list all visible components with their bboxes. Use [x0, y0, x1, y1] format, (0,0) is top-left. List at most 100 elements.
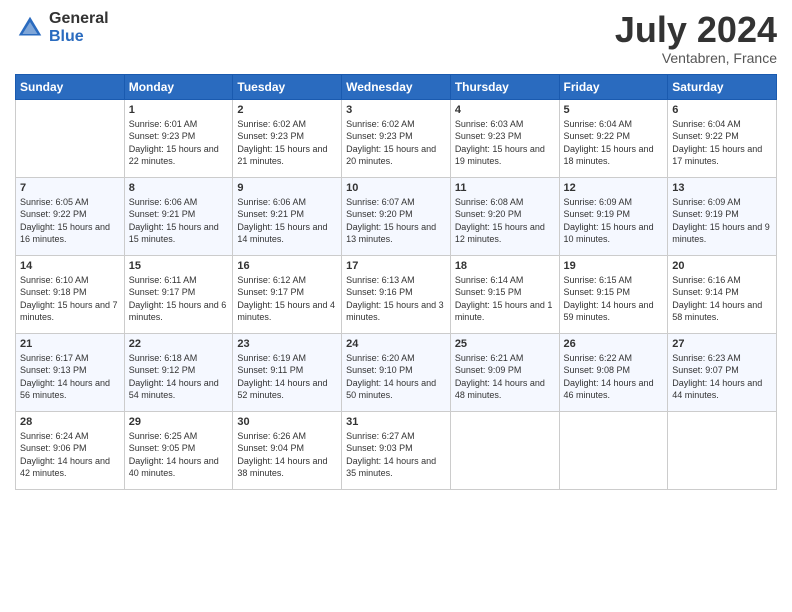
day-number: 19	[564, 260, 664, 272]
cell-info: Sunrise: 6:12 AMSunset: 9:17 PMDaylight:…	[237, 274, 337, 324]
day-number: 9	[237, 182, 337, 194]
day-number: 14	[20, 260, 120, 272]
day-number: 24	[346, 338, 446, 350]
cell-info: Sunrise: 6:06 AMSunset: 9:21 PMDaylight:…	[129, 196, 229, 246]
cell-info: Sunrise: 6:16 AMSunset: 9:14 PMDaylight:…	[672, 274, 772, 324]
cell-info: Sunrise: 6:10 AMSunset: 9:18 PMDaylight:…	[20, 274, 120, 324]
day-number: 10	[346, 182, 446, 194]
day-number: 6	[672, 104, 772, 116]
day-number: 30	[237, 416, 337, 428]
cell-info: Sunrise: 6:13 AMSunset: 9:16 PMDaylight:…	[346, 274, 446, 324]
day-number: 18	[455, 260, 555, 272]
calendar-cell: 13Sunrise: 6:09 AMSunset: 9:19 PMDayligh…	[668, 177, 777, 255]
day-number: 20	[672, 260, 772, 272]
calendar-cell: 10 Sunrise: 6:07 AMSunset: 9:20 PMDayligh…	[342, 177, 451, 255]
logo-blue-text: Blue	[49, 28, 84, 45]
cell-info: Sunrise: 6:17 AMSunset: 9:13 PMDaylight:…	[20, 352, 120, 402]
calendar-cell: 25 Sunrise: 6:21 AMSunset: 9:09 PMDayligh…	[450, 333, 559, 411]
cell-info: Sunrise: 6:03 AMSunset: 9:23 PMDaylight:…	[455, 118, 555, 168]
day-number: 27	[672, 338, 772, 350]
calendar-cell: 28 Sunrise: 6:24 AMSunset: 9:06 PMDayligh…	[16, 411, 125, 489]
cell-info: Sunrise: 6:09 AMSunset: 9:19 PMDaylight:…	[564, 196, 664, 246]
calendar-cell: 30Sunrise: 6:26 AMSunset: 9:04 PMDayligh…	[233, 411, 342, 489]
calendar-table: SundayMondayTuesdayWednesdayThursdayFrid…	[15, 74, 777, 490]
day-number: 29	[129, 416, 229, 428]
cell-info: Sunrise: 6:02 AMSunset: 9:23 PMDaylight:…	[346, 118, 446, 168]
cell-info: Sunrise: 6:08 AMSunset: 9:20 PMDaylight:…	[455, 196, 555, 246]
cell-info: Sunrise: 6:21 AMSunset: 9:09 PMDaylight:…	[455, 352, 555, 402]
cell-info: Sunrise: 6:07 AMSunset: 9:20 PMDaylight:…	[346, 196, 446, 246]
calendar-cell: 21Sunrise: 6:17 AMSunset: 9:13 PMDayligh…	[16, 333, 125, 411]
week-row-0: 1 Sunrise: 6:01 AMSunset: 9:23 PMDaylight…	[16, 99, 777, 177]
cell-info: Sunrise: 6:24 AMSunset: 9:06 PMDaylight:…	[20, 430, 120, 480]
calendar-cell: 29Sunrise: 6:25 AMSunset: 9:05 PMDayligh…	[124, 411, 233, 489]
logo-icon	[15, 13, 45, 43]
week-row-4: 28 Sunrise: 6:24 AMSunset: 9:06 PMDayligh…	[16, 411, 777, 489]
day-number: 2	[237, 104, 337, 116]
subtitle: Ventabren, France	[615, 50, 777, 66]
calendar-cell	[450, 411, 559, 489]
day-number: 12	[564, 182, 664, 194]
cell-info: Sunrise: 6:09 AMSunset: 9:19 PMDaylight:…	[672, 196, 772, 246]
calendar-cell: 1 Sunrise: 6:01 AMSunset: 9:23 PMDaylight…	[124, 99, 233, 177]
cell-info: Sunrise: 6:27 AMSunset: 9:03 PMDaylight:…	[346, 430, 446, 480]
day-number: 28	[20, 416, 120, 428]
calendar-cell: 5 Sunrise: 6:04 AMSunset: 9:22 PMDaylight…	[559, 99, 668, 177]
calendar-cell: 31 Sunrise: 6:27 AMSunset: 9:03 PMDayligh…	[342, 411, 451, 489]
week-row-1: 7 Sunrise: 6:05 AMSunset: 9:22 PMDaylight…	[16, 177, 777, 255]
cell-info: Sunrise: 6:04 AMSunset: 9:22 PMDaylight:…	[672, 118, 772, 168]
day-number: 17	[346, 260, 446, 272]
header-cell-saturday: Saturday	[668, 74, 777, 99]
calendar-cell: 27 Sunrise: 6:23 AMSunset: 9:07 PMDayligh…	[668, 333, 777, 411]
calendar-cell: 7 Sunrise: 6:05 AMSunset: 9:22 PMDaylight…	[16, 177, 125, 255]
day-number: 1	[129, 104, 229, 116]
week-row-3: 21Sunrise: 6:17 AMSunset: 9:13 PMDayligh…	[16, 333, 777, 411]
day-number: 3	[346, 104, 446, 116]
cell-info: Sunrise: 6:01 AMSunset: 9:23 PMDaylight:…	[129, 118, 229, 168]
calendar-cell: 22Sunrise: 6:18 AMSunset: 9:12 PMDayligh…	[124, 333, 233, 411]
calendar-cell: 11Sunrise: 6:08 AMSunset: 9:20 PMDayligh…	[450, 177, 559, 255]
calendar-cell	[16, 99, 125, 177]
cell-info: Sunrise: 6:23 AMSunset: 9:07 PMDaylight:…	[672, 352, 772, 402]
cell-info: Sunrise: 6:04 AMSunset: 9:22 PMDaylight:…	[564, 118, 664, 168]
header-cell-wednesday: Wednesday	[342, 74, 451, 99]
logo-general-text: General	[49, 10, 109, 27]
header: General Blue July 2024 Ventabren, France	[15, 10, 777, 66]
header-cell-thursday: Thursday	[450, 74, 559, 99]
title-block: July 2024 Ventabren, France	[615, 10, 777, 66]
day-number: 7	[20, 182, 120, 194]
header-cell-friday: Friday	[559, 74, 668, 99]
calendar-cell	[668, 411, 777, 489]
day-number: 26	[564, 338, 664, 350]
day-number: 31	[346, 416, 446, 428]
calendar-cell: 26Sunrise: 6:22 AMSunset: 9:08 PMDayligh…	[559, 333, 668, 411]
header-cell-monday: Monday	[124, 74, 233, 99]
calendar-cell: 18Sunrise: 6:14 AMSunset: 9:15 PMDayligh…	[450, 255, 559, 333]
cell-info: Sunrise: 6:11 AMSunset: 9:17 PMDaylight:…	[129, 274, 229, 324]
calendar-cell: 3 Sunrise: 6:02 AMSunset: 9:23 PMDaylight…	[342, 99, 451, 177]
calendar-cell: 17 Sunrise: 6:13 AMSunset: 9:16 PMDayligh…	[342, 255, 451, 333]
calendar-cell: 9 Sunrise: 6:06 AMSunset: 9:21 PMDaylight…	[233, 177, 342, 255]
calendar-cell: 6 Sunrise: 6:04 AMSunset: 9:22 PMDaylight…	[668, 99, 777, 177]
day-number: 5	[564, 104, 664, 116]
day-number: 16	[237, 260, 337, 272]
calendar-cell: 8 Sunrise: 6:06 AMSunset: 9:21 PMDaylight…	[124, 177, 233, 255]
calendar-cell: 12 Sunrise: 6:09 AMSunset: 9:19 PMDayligh…	[559, 177, 668, 255]
calendar-cell: 16 Sunrise: 6:12 AMSunset: 9:17 PMDayligh…	[233, 255, 342, 333]
calendar-cell: 20 Sunrise: 6:16 AMSunset: 9:14 PMDayligh…	[668, 255, 777, 333]
cell-info: Sunrise: 6:06 AMSunset: 9:21 PMDaylight:…	[237, 196, 337, 246]
day-number: 25	[455, 338, 555, 350]
cell-info: Sunrise: 6:05 AMSunset: 9:22 PMDaylight:…	[20, 196, 120, 246]
day-number: 4	[455, 104, 555, 116]
header-cell-sunday: Sunday	[16, 74, 125, 99]
day-number: 15	[129, 260, 229, 272]
header-row: SundayMondayTuesdayWednesdayThursdayFrid…	[16, 74, 777, 99]
week-row-2: 14 Sunrise: 6:10 AMSunset: 9:18 PMDayligh…	[16, 255, 777, 333]
cell-info: Sunrise: 6:19 AMSunset: 9:11 PMDaylight:…	[237, 352, 337, 402]
calendar-cell: 15 Sunrise: 6:11 AMSunset: 9:17 PMDayligh…	[124, 255, 233, 333]
day-number: 22	[129, 338, 229, 350]
calendar-cell: 23Sunrise: 6:19 AMSunset: 9:11 PMDayligh…	[233, 333, 342, 411]
calendar-cell: 14 Sunrise: 6:10 AMSunset: 9:18 PMDayligh…	[16, 255, 125, 333]
day-number: 8	[129, 182, 229, 194]
month-title: July 2024	[615, 10, 777, 50]
